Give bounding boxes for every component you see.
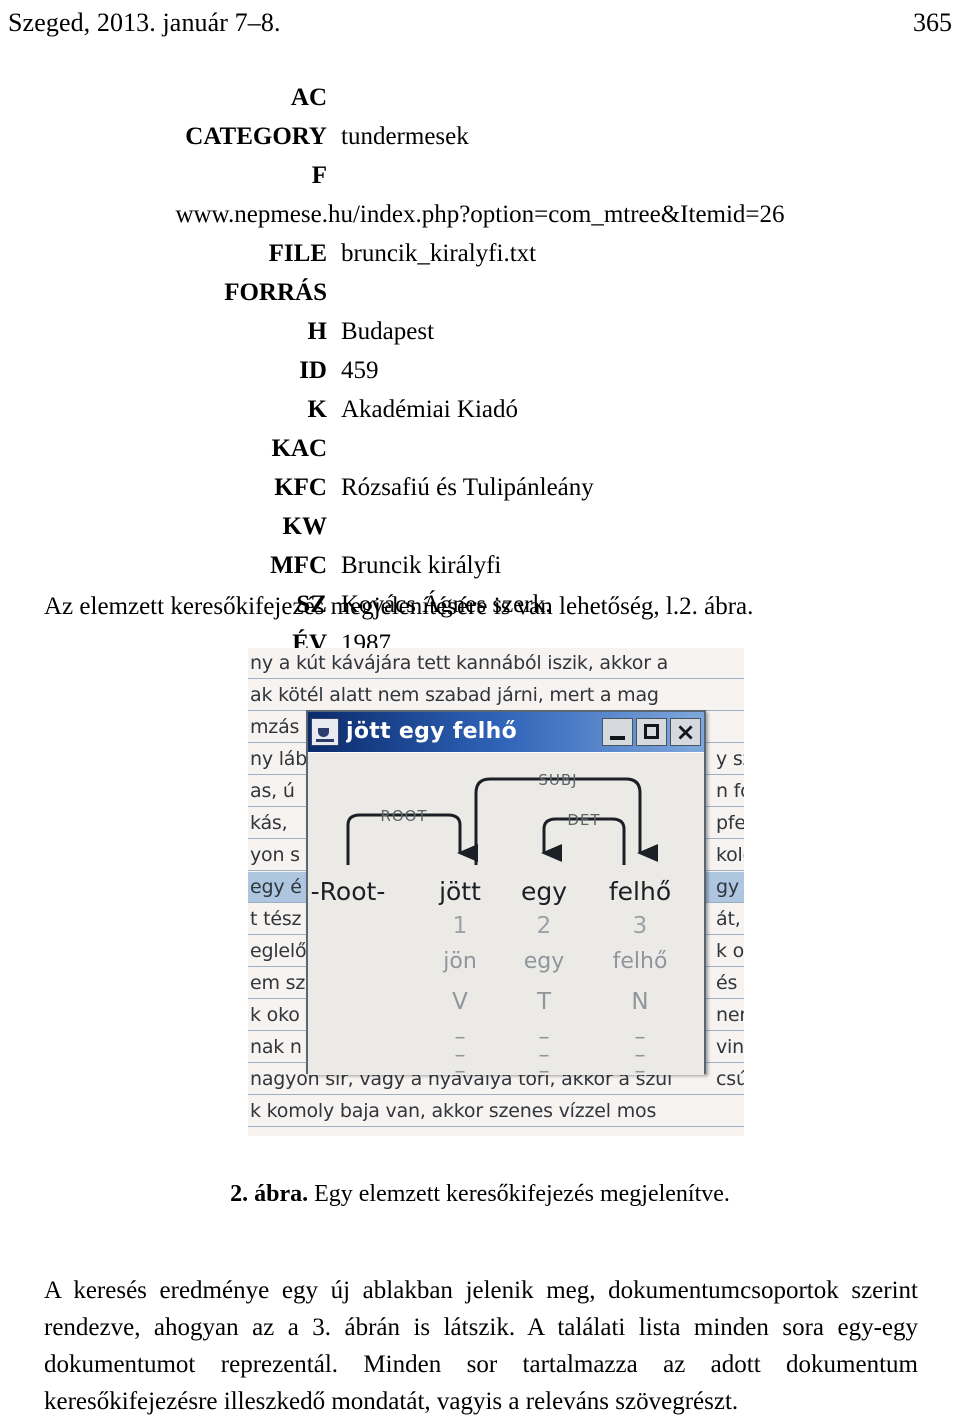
metadata-row: MFC Bruncik királyfi (0, 546, 960, 585)
parse-window[interactable]: jött egy felhő × ROOT SUBJ DET -Root- jö… (306, 710, 706, 1075)
arc-label-subj: SUBJ (538, 771, 577, 789)
running-head: Szeged, 2013. január 7–8. 365 (8, 6, 952, 40)
metadata-value: Akadémiai Kiadó (341, 396, 519, 423)
background-list-item: k komoly baja van, akkor szenes vízzel m… (248, 1096, 744, 1127)
metadata-value: bruncik_kiralyfi.txt (341, 240, 537, 267)
background-list-item: át, mert (716, 908, 744, 930)
metadata-value: Bruncik királyfi (341, 552, 502, 579)
metadata-row: www.nepmese.hu/index.php?option=com_mtre… (0, 195, 960, 234)
metadata-row: CATEGORY tundermesek (0, 117, 960, 156)
metadata-value: 459 (341, 357, 379, 384)
parse-token-index: 1 (452, 913, 468, 939)
background-list-item: ny a kút kávájára tett kannából iszik, a… (248, 648, 744, 679)
metadata-label: FILE (268, 240, 327, 267)
figure-caption: 2. ábra. Egy elemzett keresőkifejezés me… (0, 1178, 960, 1210)
parse-token-index: 3 (632, 913, 648, 939)
java-coffee-cup-icon (311, 718, 339, 746)
background-list-item: ak kötél alatt nem szabad járni, mert a … (248, 680, 744, 711)
maximize-icon (644, 724, 659, 739)
paragraph-figure-reference: Az elemzett keresőkifejezés megjelenítés… (44, 593, 754, 620)
metadata-label: AC (290, 84, 327, 111)
parse-token-lemma: egy (523, 949, 565, 974)
background-list-item: nem tan (716, 1004, 744, 1026)
metadata-value: tundermesek (341, 123, 469, 150)
metadata-label: K (307, 396, 327, 423)
parse-token-pos: N (631, 989, 649, 1015)
background-list-item: vinni a (716, 1036, 744, 1058)
arc-label-det: DET (567, 811, 600, 829)
background-list-item: csúnya a (716, 1068, 744, 1090)
parse-token-word: -Root- (310, 877, 386, 906)
metadata-row: AC (0, 78, 960, 117)
background-list-item: n fog so (716, 780, 744, 802)
metadata-row: F (0, 156, 960, 195)
figure-caption-text: Egy elemzett keresőkifejezés megjelenítv… (314, 1181, 730, 1207)
metadata-label: F (311, 162, 327, 189)
metadata-row: ID 459 (0, 351, 960, 390)
metadata-value: Rózsafiú és Tulipánleány (341, 474, 594, 501)
metadata-label: H (307, 318, 327, 345)
background-list-item: gy ne s (716, 876, 744, 898)
metadata-row: K Akadémiai Kiadó (0, 390, 960, 429)
parse-token-empty-feature: – (538, 1059, 550, 1075)
parse-token-empty-feature: – (454, 1059, 466, 1075)
metadata-label: FORRÁS (224, 279, 327, 306)
metadata-row: KFC Rózsafiú és Tulipánleány (0, 468, 960, 507)
running-head-title: Szeged, 2013. január 7–8. (8, 8, 281, 37)
metadata-label: KFC (274, 474, 327, 501)
metadata-value: Budapest (341, 318, 435, 345)
window-controls: × (599, 718, 701, 746)
window-titlebar[interactable]: jött egy felhő × (308, 712, 704, 752)
parse-token-lemma: felhő (612, 949, 668, 974)
background-list-item: pfelkelte (716, 812, 744, 834)
page-number: 365 (913, 8, 952, 37)
background-list-item: koldús t (716, 844, 744, 866)
background-list-item: és napf (716, 972, 744, 994)
metadata-row: H Budapest (0, 312, 960, 351)
parse-token-index: 2 (536, 913, 552, 939)
parse-token-word: egy (520, 877, 568, 906)
parse-token-word: felhő (608, 877, 672, 906)
parse-token-lemma: jön (443, 949, 477, 974)
figure-caption-number: 2. ábra. (230, 1181, 309, 1207)
metadata-label: MFC (270, 552, 327, 579)
figure-2-screenshot: ny a kút kávájára tett kannából iszik, a… (248, 648, 744, 1136)
metadata-row: FORRÁS (0, 273, 960, 312)
minimize-icon (610, 736, 625, 740)
metadata-row: KAC (0, 429, 960, 468)
parse-token-word: jött (439, 877, 481, 906)
metadata-row: KW (0, 507, 960, 546)
maximize-button[interactable] (636, 718, 667, 746)
metadata-row: FILE bruncik_kiralyfi.txt (0, 234, 960, 273)
paragraph-final-text: A keresés eredménye egy új ablakban jele… (44, 1277, 918, 1415)
parse-token-pos: T (536, 989, 552, 1015)
metadata-table: AC CATEGORY tundermesek Fwww.nepmese.hu/ind… (0, 78, 960, 663)
metadata-label: KAC (271, 435, 327, 462)
metadata-url-value: www.nepmese.hu/index.php?option=com_mtre… (175, 201, 785, 228)
dependency-parse-canvas: ROOT SUBJ DET -Root-jött 1 jön Vegy 2 egy Tfel… (308, 752, 704, 1075)
minimize-button[interactable] (602, 718, 633, 746)
metadata-label: KW (282, 513, 327, 540)
metadata-label: ID (299, 357, 327, 384)
background-list-item: y születi (716, 748, 744, 770)
metadata-label: CATEGORY (185, 123, 327, 150)
close-button[interactable]: × (670, 718, 701, 746)
window-title: jött egy felhő (346, 719, 518, 744)
arc-label-root: ROOT (380, 807, 427, 825)
paragraph-final: A keresés eredménye egy új ablakban jele… (44, 1272, 918, 1420)
background-list-item: k ora alj (716, 940, 744, 962)
parse-token-pos: V (452, 989, 468, 1015)
parse-token-empty-feature: – (634, 1059, 646, 1075)
close-icon: × (675, 718, 696, 746)
